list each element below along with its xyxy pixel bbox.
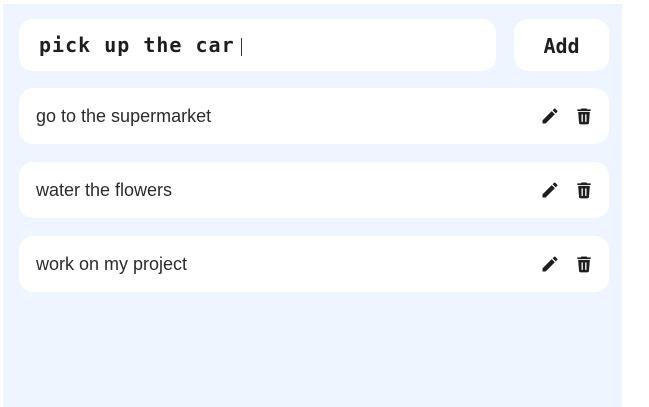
pencil-icon[interactable] [540, 180, 560, 200]
todo-app-panel: pick up the car Add go to the supermarke… [3, 4, 622, 407]
todo-item: work on my project [19, 236, 609, 292]
todo-list: go to the supermarket water the flowers … [19, 88, 609, 310]
pencil-icon[interactable] [540, 254, 560, 274]
trash-icon[interactable] [574, 106, 594, 126]
todo-item-text: go to the supermarket [36, 106, 212, 126]
add-task-row: pick up the car Add [19, 19, 609, 71]
new-task-input[interactable]: pick up the car [19, 19, 496, 71]
trash-icon[interactable] [574, 254, 594, 274]
pencil-icon[interactable] [540, 106, 560, 126]
trash-icon[interactable] [574, 180, 594, 200]
todo-item-text: work on my project [36, 254, 188, 274]
text-caret [240, 37, 242, 56]
todo-item-text: water the flowers [36, 180, 173, 200]
new-task-input-text: pick up the car [39, 33, 235, 57]
todo-item: go to the supermarket [19, 88, 609, 144]
todo-item: water the flowers [19, 162, 609, 218]
add-button[interactable]: Add [514, 19, 609, 71]
